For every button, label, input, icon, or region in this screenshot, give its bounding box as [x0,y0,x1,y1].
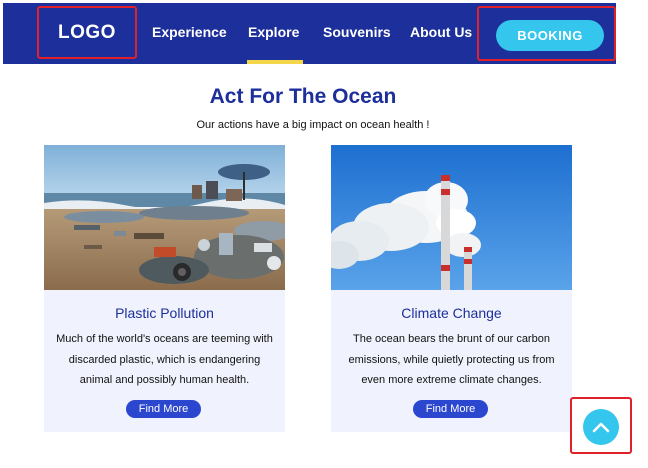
nav-souvenirs[interactable]: Souvenirs [323,24,391,40]
beach-plastic-waste-photo [44,145,285,290]
card-title: Climate Change [401,305,502,321]
back-to-top-highlight-frame [570,397,632,454]
find-more-button[interactable]: Find More [126,400,201,418]
card-climate-change: Climate Change The ocean bears the brunt… [331,145,572,432]
find-more-button[interactable]: Find More [413,400,488,418]
back-to-top-button[interactable] [583,409,619,445]
smokestack-emissions-photo [331,145,572,290]
page-title: Act For The Ocean [209,85,397,108]
active-nav-indicator [247,60,303,64]
booking-button[interactable]: BOOKING [496,20,604,51]
logo[interactable]: LOGO [37,6,137,59]
page-subtitle: Our actions have a big impact on ocean h… [196,119,430,131]
top-navbar: LOGO Experience Explore Souvenirs About … [3,3,616,64]
logo-text: LOGO [58,21,116,43]
card-title: Plastic Pollution [115,305,214,321]
nav-explore[interactable]: Explore [248,24,299,40]
nav-about-us[interactable]: About Us [410,24,472,40]
chevron-up-icon [592,422,610,433]
nav-experience[interactable]: Experience [152,24,227,40]
card-description: Much of the world's oceans are teeming w… [56,333,273,386]
card-description: The ocean bears the brunt of our carbon … [348,333,555,386]
card-plastic-pollution: Plastic Pollution Much of the world's oc… [44,145,285,432]
booking-highlight-frame: BOOKING [477,6,616,61]
